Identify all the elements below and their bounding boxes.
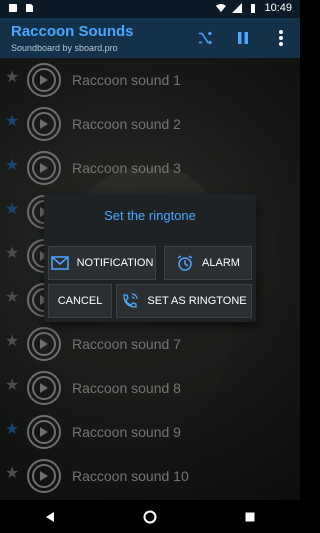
alarm-clock-icon xyxy=(176,254,194,272)
recents-button[interactable] xyxy=(237,504,263,530)
home-circle-icon xyxy=(143,510,157,523)
notification-icon xyxy=(9,4,17,12)
back-triangle-icon xyxy=(46,511,54,522)
cancel-button[interactable]: CANCEL xyxy=(48,284,112,318)
dialog-title: Set the ringtone xyxy=(104,208,196,223)
status-bar: 10:49 xyxy=(0,0,300,18)
app-title: Raccoon Sounds xyxy=(11,23,134,40)
notification-label: NOTIFICATION xyxy=(76,257,154,269)
system-nav-bar xyxy=(0,500,300,533)
back-button[interactable] xyxy=(37,504,63,530)
home-button[interactable] xyxy=(137,504,163,530)
shuffle-button[interactable] xyxy=(194,27,216,49)
pause-icon xyxy=(238,32,248,44)
notification-button[interactable]: NOTIFICATION xyxy=(48,246,156,280)
shuffle-icon xyxy=(199,31,213,45)
ringtone-dialog: Set the ringtone NOTIFICATION ALARM CANC… xyxy=(44,194,256,322)
more-vert-icon xyxy=(279,30,283,46)
status-time: 10:49 xyxy=(264,2,292,14)
set-as-ringtone-button[interactable]: SET AS RINGTONE xyxy=(116,284,252,318)
ringing-phone-icon xyxy=(121,292,139,310)
recents-square-icon xyxy=(245,512,255,521)
envelope-icon xyxy=(50,254,69,272)
signal-icon xyxy=(232,3,243,13)
alarm-button[interactable]: ALARM xyxy=(164,246,252,280)
set-as-ringtone-label: SET AS RINGTONE xyxy=(147,295,247,307)
alarm-label: ALARM xyxy=(202,257,240,269)
sd-card-icon xyxy=(26,4,33,12)
pause-button[interactable] xyxy=(232,27,254,49)
app-subtitle: Soundboard by sboard.pro xyxy=(11,43,118,53)
battery-icon xyxy=(251,4,256,13)
wifi-icon xyxy=(216,4,227,12)
app-bar: Raccoon Sounds Soundboard by sboard.pro xyxy=(0,18,300,58)
cancel-label: CANCEL xyxy=(57,295,103,307)
more-options-button[interactable] xyxy=(270,27,292,49)
